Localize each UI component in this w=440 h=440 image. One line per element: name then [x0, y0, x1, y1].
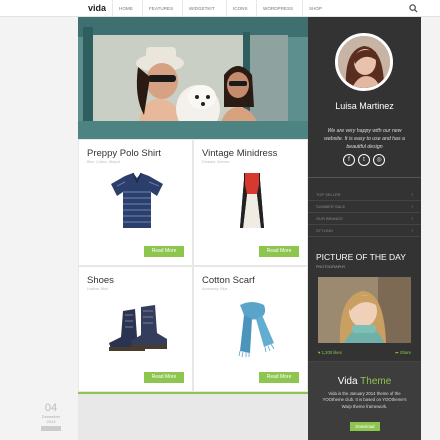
- read-more-button[interactable]: Read More: [259, 372, 299, 383]
- footer-band: [78, 392, 308, 440]
- sidebar: Luisa Martinez We are very happy with ou…: [308, 17, 421, 440]
- product-subtitle: Blue, Cotton, Striped: [87, 160, 121, 164]
- product-subtitle: Leather, Blue: [87, 287, 109, 291]
- product-title[interactable]: Shoes: [87, 275, 114, 286]
- accent-divider: [78, 392, 308, 394]
- sidebar-item-label: SUMMER SALE: [316, 204, 346, 209]
- right-gutter: [421, 17, 440, 440]
- sidebar-item-label: STYLING: [316, 228, 334, 233]
- product-title[interactable]: Preppy Polo Shirt: [87, 148, 161, 159]
- nav-item-widgetkit[interactable]: WIDGETKIT: [182, 0, 221, 17]
- avatar: [335, 33, 393, 91]
- site-logo[interactable]: vida: [88, 3, 106, 13]
- sidebar-item-label: OUR BRANDS: [316, 216, 343, 221]
- product-subtitle: Dresses, Women: [202, 160, 230, 164]
- search-icon[interactable]: [409, 4, 418, 13]
- twitter-icon[interactable]: t: [358, 154, 370, 166]
- chevron-right-icon: ›: [411, 192, 413, 198]
- read-more-button[interactable]: Read More: [259, 246, 299, 257]
- facebook-icon[interactable]: f: [343, 154, 355, 166]
- sidebar-item-summer-sale[interactable]: SUMMER SALE ›: [308, 201, 421, 213]
- scarf-image: [238, 302, 275, 358]
- share-link[interactable]: ➦ Share: [395, 350, 411, 355]
- product-subtitle: Accessory, Blue: [202, 287, 228, 291]
- nav-item-icons[interactable]: ICONS: [226, 0, 254, 17]
- sidebar-item-our-brands[interactable]: OUR BRANDS ›: [308, 213, 421, 225]
- product-card: Vintage Minidress Dresses, Women Read Mo…: [193, 139, 308, 266]
- date-more-button[interactable]: [41, 426, 61, 431]
- heart-icon: ♥: [318, 350, 321, 355]
- promo-description: Vida is the January 2014 theme of the YO…: [322, 391, 407, 409]
- likes-count[interactable]: ♥ 1,200 likes: [318, 350, 342, 355]
- chevron-right-icon: ›: [411, 228, 413, 234]
- read-more-button[interactable]: Read More: [144, 246, 184, 257]
- profile-bio: We are very happy with our new website. …: [324, 128, 405, 150]
- product-card: Shoes Leather, Blue Read More: [78, 266, 193, 392]
- sidebar-item-styling[interactable]: STYLING ›: [308, 225, 421, 237]
- shoes-image: [109, 305, 167, 351]
- date-year: 2013: [46, 419, 56, 424]
- product-title[interactable]: Vintage Minidress: [202, 148, 277, 159]
- promo-title: Vida Theme: [337, 376, 392, 387]
- hero-image: [78, 17, 308, 139]
- dribbble-icon[interactable]: ◎: [373, 154, 385, 166]
- post-date: 04 December 2013: [36, 402, 66, 431]
- share-icon: ➦: [395, 350, 399, 355]
- chevron-right-icon: ›: [411, 216, 413, 222]
- nav-item-features[interactable]: FEATURES: [142, 0, 179, 17]
- sidebar-item-label: TOP SELLER: [316, 192, 341, 197]
- vida-theme-promo: Vida Theme Vida is the January 2014 them…: [308, 361, 421, 440]
- minidress-image: [240, 173, 264, 228]
- nav-item-wordpress[interactable]: WORDPRESS: [256, 0, 299, 17]
- profile-name: Luisa Martinez: [335, 101, 394, 111]
- chevron-right-icon: ›: [411, 204, 413, 210]
- read-more-button[interactable]: Read More: [144, 372, 184, 383]
- picture-of-the-day-image[interactable]: [318, 277, 411, 343]
- download-button[interactable]: Download: [350, 422, 380, 431]
- picture-of-the-day-title: PICTURE OF THE DAY: [316, 252, 406, 262]
- product-card: Preppy Polo Shirt Blue, Cotton, Striped …: [78, 139, 193, 266]
- sidebar-item-top-seller[interactable]: TOP SELLER ›: [308, 189, 421, 201]
- product-card: Cotton Scarf Accessory, Blue Read More: [193, 266, 308, 392]
- divider: [308, 177, 421, 178]
- polo-shirt-image: [111, 172, 163, 228]
- top-navigation: vida HOME FEATURES WIDGETKIT ICONS WORDP…: [0, 0, 440, 17]
- date-day: 04: [44, 402, 58, 414]
- nav-item-shop[interactable]: SHOP: [302, 0, 328, 17]
- picture-of-the-day-subtitle: PHOTOGRAPHY: [316, 265, 346, 269]
- left-gutter: [0, 17, 78, 440]
- nav-item-home[interactable]: HOME: [112, 0, 139, 17]
- product-title[interactable]: Cotton Scarf: [202, 275, 255, 286]
